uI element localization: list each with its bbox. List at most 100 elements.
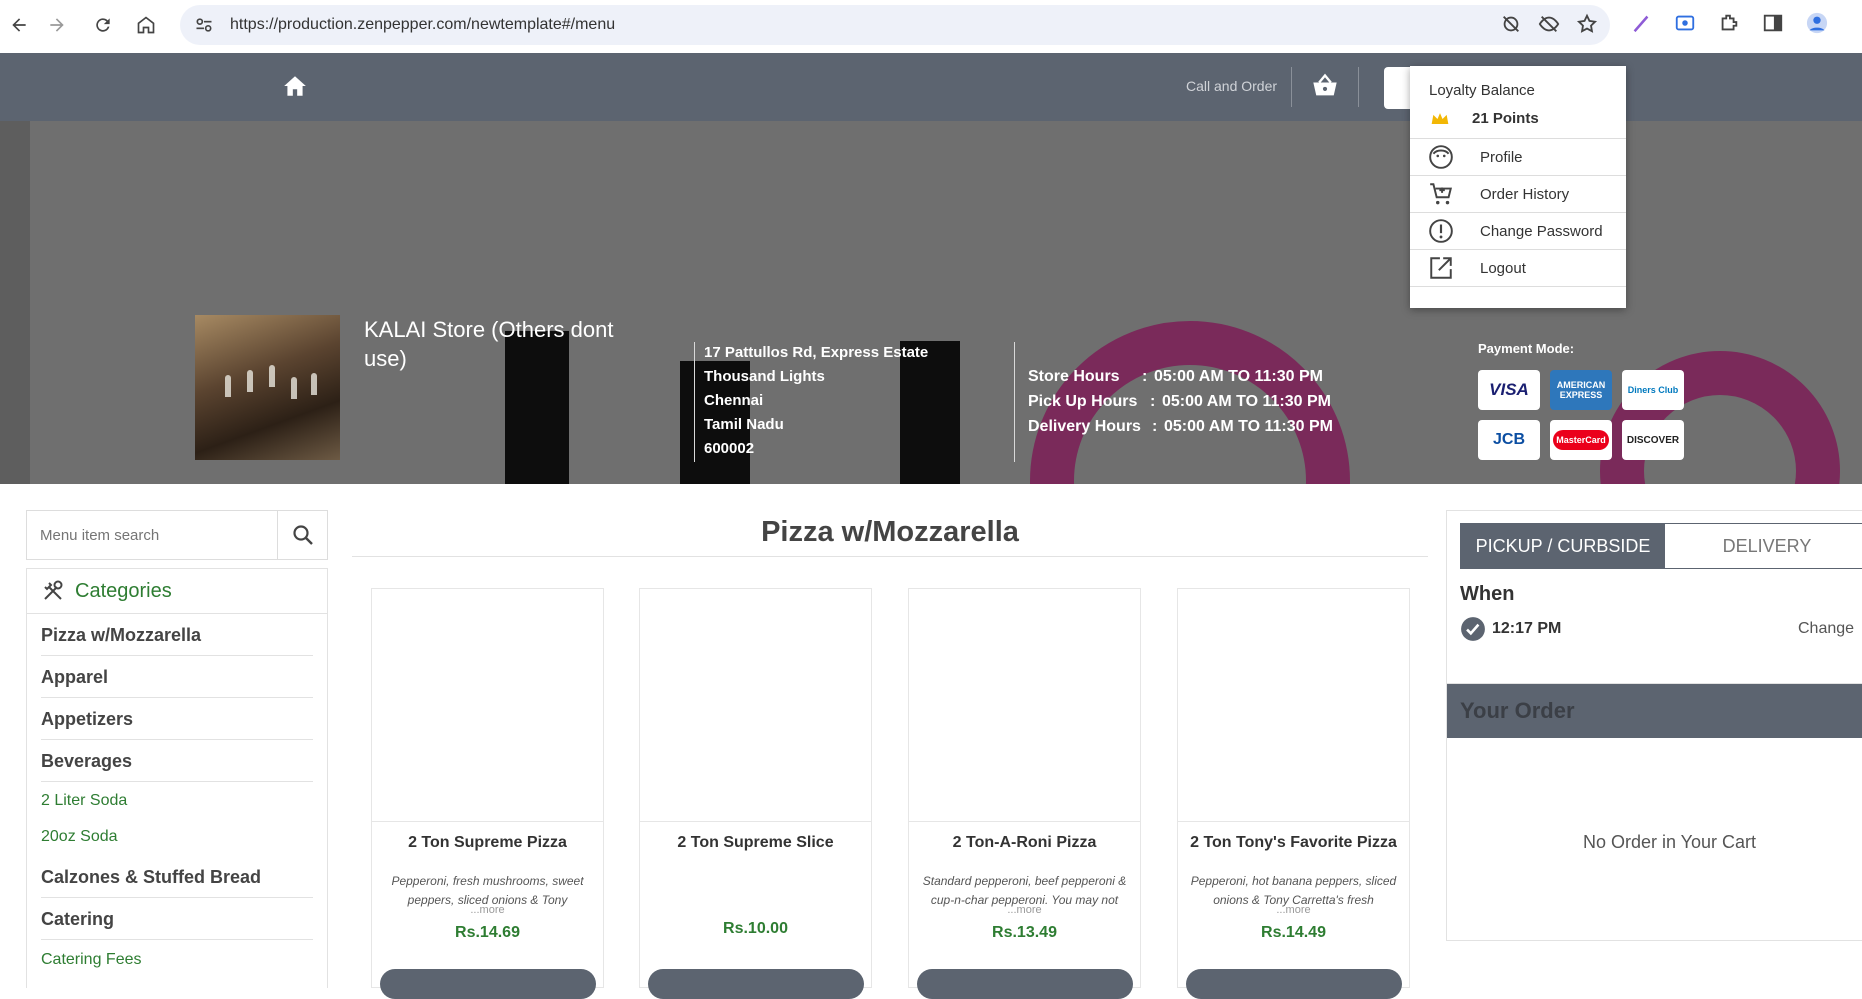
address-bar[interactable]: https://production.zenpepper.com/newtemp… <box>180 5 1610 45</box>
store-name: KALAI Store (Others dont use) <box>364 317 614 371</box>
jcb-card-icon: JCB <box>1478 420 1540 460</box>
search-input[interactable] <box>27 511 277 559</box>
exclamation-icon <box>1429 219 1453 243</box>
url-text[interactable]: https://production.zenpepper.com/newtemp… <box>230 16 615 34</box>
your-order-title: Your Order <box>1447 684 1862 738</box>
smiley-icon <box>1429 145 1453 169</box>
search-button[interactable] <box>277 511 327 559</box>
home-icon[interactable] <box>282 73 308 99</box>
header-divider <box>1291 67 1292 107</box>
home-browser-icon[interactable] <box>127 6 165 44</box>
add-to-cart-button[interactable] <box>1186 969 1402 999</box>
category-catering-fees[interactable]: Catering Fees <box>41 940 313 977</box>
diners-card-icon: Diners Club <box>1622 370 1684 410</box>
address-line: Tamil Nadu <box>704 416 784 433</box>
your-order-panel: Your Order No Order in Your Cart <box>1446 683 1862 941</box>
section-title: Pizza w/Mozzarella <box>352 510 1428 557</box>
back-icon[interactable] <box>0 6 38 44</box>
change-time-link[interactable]: Change <box>1798 620 1854 638</box>
hours-row: Store Hours:05:00 AM TO 11:30 PM <box>1028 368 1323 385</box>
categories-header: Categories <box>27 569 327 614</box>
order-type-tabs: PICKUP / CURBSIDE DELIVERY <box>1460 523 1862 569</box>
search-icon <box>292 525 313 545</box>
no-tracking-icon[interactable] <box>1500 13 1522 35</box>
product-image <box>1178 589 1409 822</box>
menu-item-order-history[interactable]: Order History <box>1410 176 1626 213</box>
category-2-liter-soda[interactable]: 2 Liter Soda <box>41 782 313 819</box>
menu-item-change-password[interactable]: Change Password <box>1410 213 1626 250</box>
menu-item-logout[interactable]: Logout <box>1410 250 1626 287</box>
add-to-cart-button[interactable] <box>917 969 1133 999</box>
header-divider <box>1358 67 1359 107</box>
category-apparel[interactable]: Apparel <box>41 656 313 698</box>
category-20oz-soda[interactable]: 20oz Soda <box>41 819 313 856</box>
tab-pickup-curbside[interactable]: PICKUP / CURBSIDE <box>1461 524 1665 568</box>
categories-panel: Categories Pizza w/Mozzarella Apparel Ap… <box>26 568 328 988</box>
eye-off-icon[interactable] <box>1538 13 1560 35</box>
category-calzones[interactable]: Calzones & Stuffed Bread <box>41 856 313 898</box>
product-price: Rs.14.49 <box>1261 924 1326 941</box>
side-panel-icon[interactable] <box>1762 12 1784 34</box>
visa-card-icon: VISA <box>1478 370 1540 410</box>
product-card[interactable]: 2 Ton-A-Roni Pizza Standard pepperoni, b… <box>908 588 1141 999</box>
product-name: 2 Ton Supreme Pizza <box>408 834 567 851</box>
product-image <box>909 589 1140 822</box>
category-beverages[interactable]: Beverages <box>41 740 313 782</box>
external-link-icon <box>1430 257 1452 279</box>
payment-mode-title: Payment Mode: <box>1478 341 1575 356</box>
star-icon[interactable] <box>1576 13 1598 35</box>
screen-extension-icon[interactable] <box>1674 12 1696 34</box>
basket-icon[interactable] <box>1310 72 1340 100</box>
site-settings-icon[interactable] <box>194 15 214 35</box>
discover-card-icon: DISCOVER <box>1622 420 1684 460</box>
more-link[interactable]: ...more <box>372 904 603 916</box>
product-name: 2 Ton Tony's Favorite Pizza <box>1190 834 1397 851</box>
product-card[interactable]: 2 Ton Supreme Slice Rs.10.00 <box>639 588 872 999</box>
when-label: When <box>1460 583 1515 605</box>
product-card[interactable]: 2 Ton Supreme Pizza Pepperoni, fresh mus… <box>371 588 604 999</box>
crown-icon <box>1431 112 1449 124</box>
add-to-cart-button[interactable] <box>648 969 864 999</box>
hours-row: Delivery Hours:05:00 AM TO 11:30 PM <box>1028 418 1333 435</box>
category-appetizers[interactable]: Appetizers <box>41 698 313 740</box>
product-price: Rs.13.49 <box>992 924 1057 941</box>
account-dropdown: Loyalty Balance 21 Points Profile Order … <box>1410 66 1626 308</box>
profile-browser-icon[interactable] <box>1806 12 1828 34</box>
product-name: 2 Ton Supreme Slice <box>677 834 834 851</box>
pen-extension-icon[interactable] <box>1630 12 1652 34</box>
check-circle-icon <box>1461 617 1485 641</box>
add-to-cart-button[interactable] <box>380 969 596 999</box>
product-price: Rs.14.69 <box>455 924 520 941</box>
hours-row: Pick Up Hours:05:00 AM TO 11:30 PM <box>1028 393 1331 410</box>
store-address: 17 Pattullos Rd, Express Estate Thousand… <box>704 341 928 461</box>
banner-divider <box>694 342 695 462</box>
loyalty-points: 21 Points <box>1410 99 1626 139</box>
order-time-value: 12:17 PM <box>1492 620 1562 637</box>
banner-shade <box>0 121 30 484</box>
address-line: Chennai <box>704 392 764 409</box>
address-line: Thousand Lights <box>704 368 825 385</box>
amex-card-icon: AMERICAN EXPRESS <box>1550 370 1612 410</box>
order-time: 12:17 PM <box>1460 616 1561 642</box>
address-line: 600002 <box>704 440 755 457</box>
menu-item-profile[interactable]: Profile <box>1410 139 1626 176</box>
product-card[interactable]: 2 Ton Tony's Favorite Pizza Pepperoni, h… <box>1177 588 1410 999</box>
reload-icon[interactable] <box>84 6 122 44</box>
category-catering[interactable]: Catering <box>41 898 313 940</box>
empty-cart-message: No Order in Your Cart <box>1582 832 1757 852</box>
product-price: Rs.10.00 <box>723 920 788 937</box>
product-image <box>372 589 603 822</box>
utensils-icon <box>44 580 63 600</box>
menu-search <box>26 510 328 560</box>
more-link[interactable] <box>640 904 871 917</box>
loyalty-balance-label: Loyalty Balance <box>1429 82 1535 99</box>
points-value: 21 Points <box>1472 110 1539 127</box>
call-and-order-link[interactable]: Call and Order <box>1186 78 1277 94</box>
category-pizza-w-mozzarella[interactable]: Pizza w/Mozzarella <box>41 614 313 656</box>
tab-delivery[interactable]: DELIVERY <box>1665 524 1862 568</box>
forward-icon[interactable] <box>38 6 76 44</box>
store-hours: Store Hours:05:00 AM TO 11:30 PM Pick Up… <box>1028 364 1333 439</box>
store-image <box>195 315 340 460</box>
product-image <box>640 589 871 822</box>
puzzle-extensions-icon[interactable] <box>1718 12 1740 34</box>
